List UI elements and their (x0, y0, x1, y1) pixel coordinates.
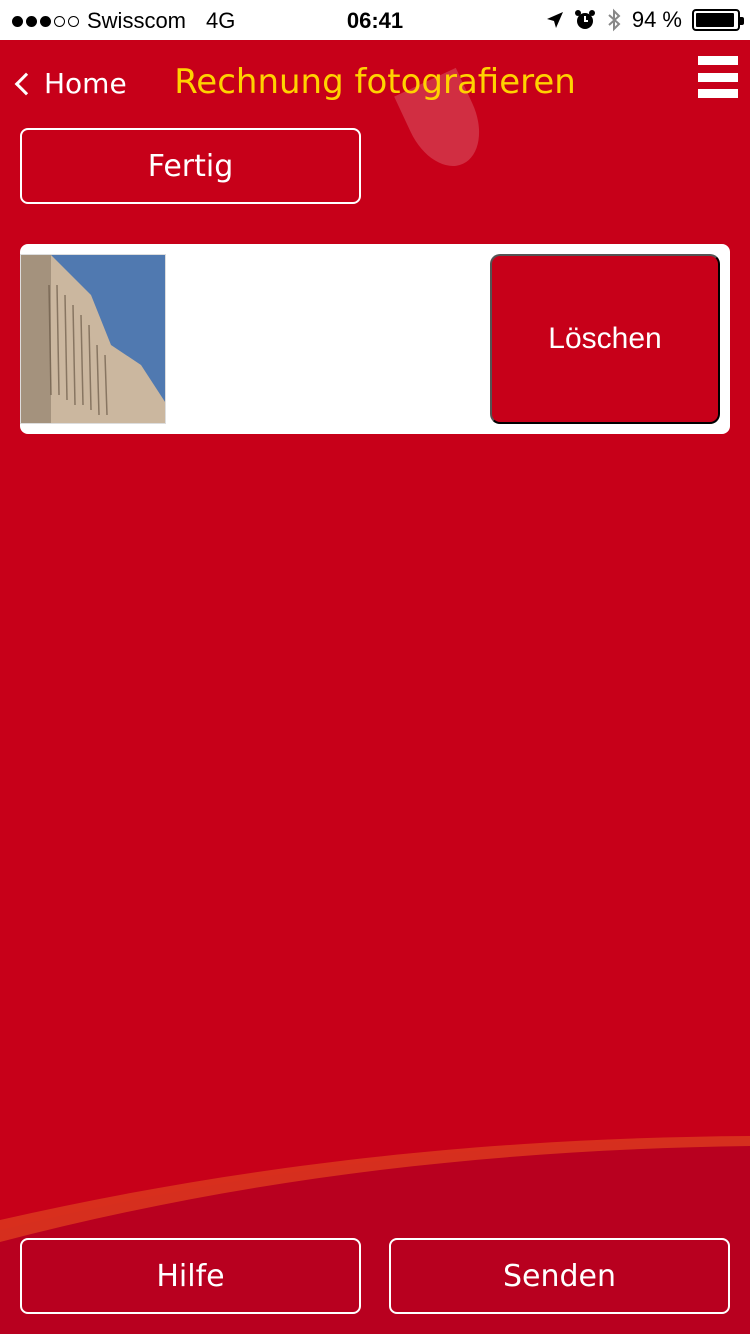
bluetooth-icon (608, 8, 621, 32)
help-button[interactable]: Hilfe (20, 1238, 361, 1314)
alarm-icon (574, 10, 595, 29)
page-title: Rechnung fotografieren (174, 62, 576, 102)
battery-percent: 94 % (631, 7, 682, 32)
location-arrow-icon (546, 12, 563, 28)
battery-fill (696, 13, 734, 27)
status-bar: Swisscom 4G 06:41 94 % (0, 0, 750, 40)
delete-button[interactable]: Löschen (490, 254, 720, 424)
battery-icon (692, 9, 744, 31)
navigation-bar: Home Rechnung fotografieren (0, 40, 750, 179)
invoice-photo-thumbnail[interactable] (20, 254, 166, 424)
status-right: 94 % (546, 7, 744, 33)
done-button[interactable]: Fertig (20, 128, 361, 204)
photo-item-card: Löschen (20, 244, 730, 434)
hamburger-menu-icon[interactable] (698, 56, 738, 98)
send-button[interactable]: Senden (389, 1238, 730, 1314)
